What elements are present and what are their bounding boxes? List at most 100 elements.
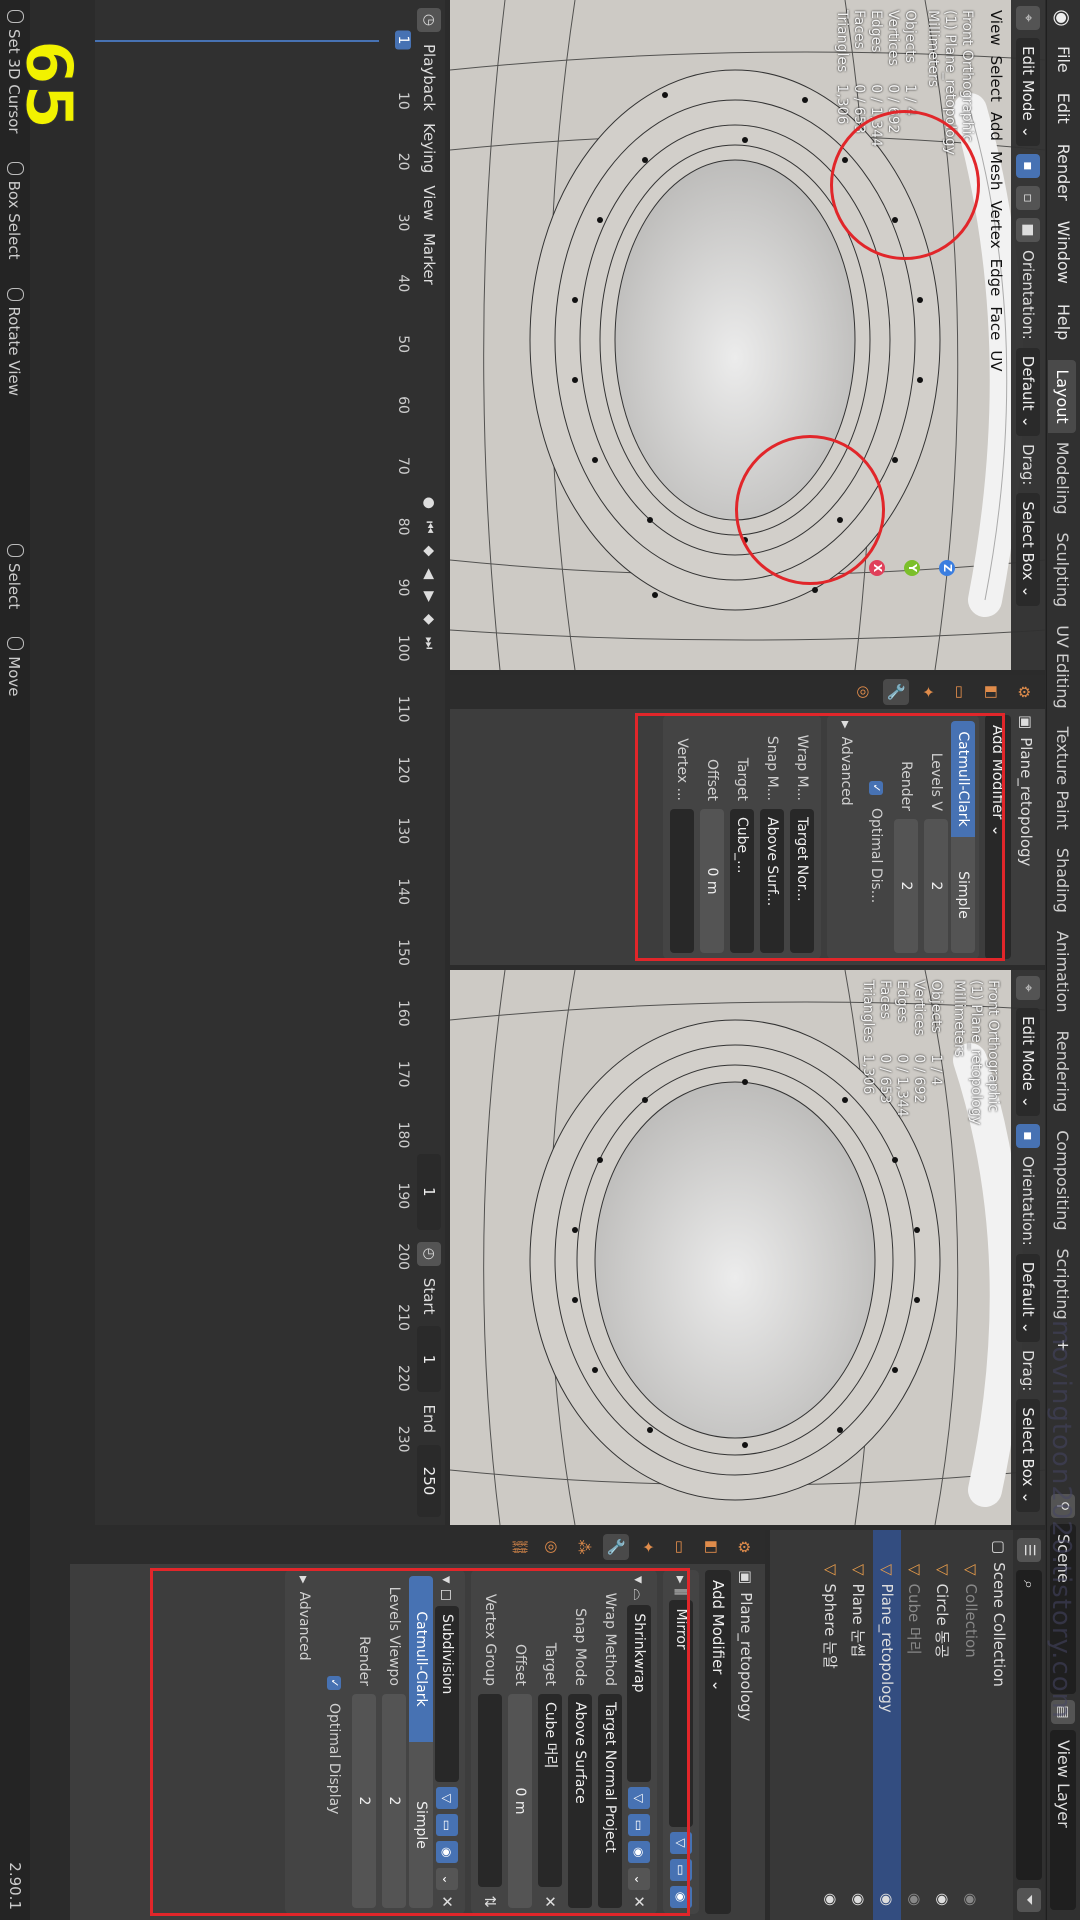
visibility-eye-icon[interactable]: ◉ — [878, 1893, 896, 1906]
workspace-tab-modeling[interactable]: Modeling — [1048, 433, 1076, 524]
menu-window[interactable]: Window — [1047, 211, 1080, 294]
mouse-icon — [7, 287, 25, 301]
workspace-tab-layout[interactable]: Layout — [1048, 360, 1076, 433]
drag-label: Drag: — [1019, 443, 1037, 486]
highlight-rect — [150, 1568, 690, 1916]
orientation-dropdown[interactable]: Default ⌄ — [1016, 347, 1040, 436]
render-tab-icon[interactable]: ◧ — [979, 679, 1005, 705]
gizmo-y-axis[interactable]: Y — [904, 560, 920, 576]
edge-select-icon[interactable]: ▫ — [1016, 186, 1040, 211]
timeline-tick-label: 40 — [395, 274, 411, 293]
visibility-eye-icon[interactable]: ◉ — [850, 1893, 868, 1906]
add-modifier-button[interactable]: Add Modifier ⌄ — [705, 1570, 731, 1914]
visibility-eye-icon[interactable]: ◉ — [906, 1893, 924, 1906]
drag-dropdown[interactable]: Select Box ⌄ — [1016, 493, 1040, 606]
menu-select[interactable]: Select — [987, 56, 1005, 102]
visibility-eye-icon[interactable]: ◉ — [962, 1893, 980, 1906]
timeline-tick-label: 190 — [395, 1182, 411, 1210]
menu-face[interactable]: Face — [987, 306, 1005, 340]
drag-label: Drag: — [1019, 1349, 1037, 1392]
timeline-tick-label: 1 — [395, 30, 411, 50]
outliner-item[interactable]: ▽ Sphere 눈알 ◉ — [817, 1530, 845, 1920]
frame-badge: 65 — [11, 40, 86, 130]
particles-tab-icon[interactable]: ⁂ — [571, 1534, 597, 1560]
vertex-select-icon[interactable]: ▪ — [1016, 154, 1040, 179]
workspace-tab-sculpting[interactable]: Sculpting — [1048, 523, 1076, 616]
mesh-object-icon: ▽ — [934, 1564, 952, 1576]
mode-dropdown[interactable]: Edit Mode ⌄ — [1016, 1008, 1040, 1117]
timeline-tick-label: 150 — [395, 939, 411, 966]
workspace-tab-rendering[interactable]: Rendering — [1048, 1022, 1076, 1122]
mouse-icon — [7, 544, 25, 557]
editor-type-icon[interactable]: ⌖ — [1016, 976, 1040, 1000]
workspace-tab-animation[interactable]: Animation — [1048, 922, 1076, 1022]
viewport-1[interactable]: ⌖ Edit Mode ⌄ ▪ ▫ ■ Orientation: Default… — [450, 0, 1045, 670]
menu-vertex[interactable]: Vertex — [987, 200, 1005, 248]
outliner-item[interactable]: ▽ Cube 머리 ◉ — [901, 1530, 929, 1920]
orientation-dropdown[interactable]: Default ⌄ — [1016, 1253, 1040, 1342]
viewport-menus-1: View Select Add Mesh Vertex Edge Face UV — [987, 10, 1005, 372]
filter-icon[interactable]: ⏷ — [1017, 1888, 1041, 1912]
outliner-search[interactable]: ⌕ — [1016, 1570, 1042, 1880]
workspace-tab-texture-paint[interactable]: Texture Paint — [1048, 718, 1076, 839]
workspace-tab-compositing[interactable]: Compositing — [1048, 1121, 1076, 1239]
menu-uv[interactable]: UV — [987, 350, 1005, 371]
modifier-tab-icon[interactable]: 🔧 — [603, 1534, 629, 1560]
timeline-tick-label: 90 — [395, 578, 411, 597]
viewport-2[interactable]: ⌖ Edit Mode ⌄ ▪ Orientation: Default ⌄ D… — [450, 970, 1045, 1525]
workspace-tab-scripting[interactable]: Scripting — [1048, 1240, 1076, 1329]
menu-view[interactable]: View — [987, 10, 1005, 46]
modifier-tab-icon[interactable]: 🔧 — [883, 679, 909, 705]
face-select-icon[interactable]: ■ — [1016, 218, 1040, 243]
blender-logo-icon[interactable]: ◉ — [1047, 0, 1080, 36]
workspace-tab-uv-editing[interactable]: UV Editing — [1048, 616, 1076, 717]
visibility-eye-icon[interactable]: ◉ — [934, 1893, 952, 1906]
output-tab-icon[interactable]: ▭ — [947, 679, 973, 705]
constraints-tab-icon[interactable]: ⛓ — [507, 1534, 533, 1560]
timeline-tick-label: 220 — [395, 1364, 411, 1392]
drag-dropdown[interactable]: Select Box ⌄ — [1016, 1399, 1040, 1512]
editor-type-icon[interactable]: ⌖ — [1016, 6, 1040, 30]
tool-tab-icon[interactable]: ⚙ — [1011, 679, 1037, 705]
render-tab-icon[interactable]: ◧ — [699, 1534, 725, 1560]
menu-mesh[interactable]: Mesh — [987, 151, 1005, 191]
playhead[interactable] — [95, 40, 379, 42]
timeline-editor-icon[interactable]: ◷ — [417, 8, 441, 32]
timeline-tick-label: 200 — [395, 1243, 411, 1271]
menu-add[interactable]: Add — [987, 112, 1005, 141]
outliner-item[interactable]: ▽ Circle 동공 ◉ — [929, 1530, 957, 1920]
scene-collection-row[interactable]: ▢ Scene Collection — [985, 1530, 1013, 1920]
timeline-tick-label: 170 — [395, 1060, 411, 1088]
gizmo-x-axis[interactable]: X — [869, 560, 885, 576]
output-tab-icon[interactable]: ▭ — [667, 1534, 693, 1560]
menu-edge[interactable]: Edge — [987, 259, 1005, 297]
view-layer-selector[interactable]: View Layer — [1050, 1730, 1077, 1910]
orientation-label: Orientation: — [1019, 250, 1037, 340]
physics-tab-icon[interactable]: ◎ — [539, 1534, 565, 1560]
tool-tab-icon[interactable]: ⚙ — [731, 1534, 757, 1560]
menu-edit[interactable]: Edit — [1047, 83, 1080, 134]
menu-render[interactable]: Render — [1047, 134, 1080, 211]
view-name: Front Orthographic — [985, 980, 1001, 1113]
vertex-select-icon[interactable]: ▪ — [1016, 1124, 1040, 1149]
mode-dropdown[interactable]: Edit Mode ⌄ — [1016, 38, 1040, 147]
menu-help[interactable]: Help — [1047, 294, 1080, 350]
outliner-item[interactable]: ▽ Plane_retopology ◉ — [873, 1530, 901, 1920]
timeline-ruler[interactable]: 1 10 20 30 40 50 60 70 80 90 100 110 120 130 140 150 160… — [95, 30, 445, 1500]
outliner-item[interactable]: ▽ Collection ◉ — [957, 1530, 985, 1920]
visibility-eye-icon[interactable]: ◉ — [822, 1893, 840, 1906]
workspace-tabs: Layout Modeling Sculpting UV Editing Texture… — [1048, 360, 1079, 1328]
gizmo-z-axis[interactable]: Z — [939, 560, 955, 576]
physics-tab-icon[interactable]: ◎ — [851, 679, 877, 705]
workspace-tab-shading[interactable]: Shading — [1048, 839, 1076, 922]
highlight-circle — [735, 435, 885, 585]
object-name: Plane_retopology — [1017, 737, 1035, 867]
timeline-tick-label: 110 — [395, 695, 411, 723]
menu-file[interactable]: File — [1047, 36, 1080, 83]
collection-icon: ▢ — [990, 1540, 1008, 1555]
scene-tab-icon[interactable]: ✦ — [635, 1534, 661, 1560]
outliner-item[interactable]: ▽ Plane 눈썹 ◉ — [845, 1530, 873, 1920]
outliner-editor-icon[interactable]: ☰ — [1017, 1538, 1041, 1562]
scene-tab-icon[interactable]: ✦ — [915, 679, 941, 705]
outliner-item-label: Plane 눈썹 — [849, 1583, 868, 1658]
